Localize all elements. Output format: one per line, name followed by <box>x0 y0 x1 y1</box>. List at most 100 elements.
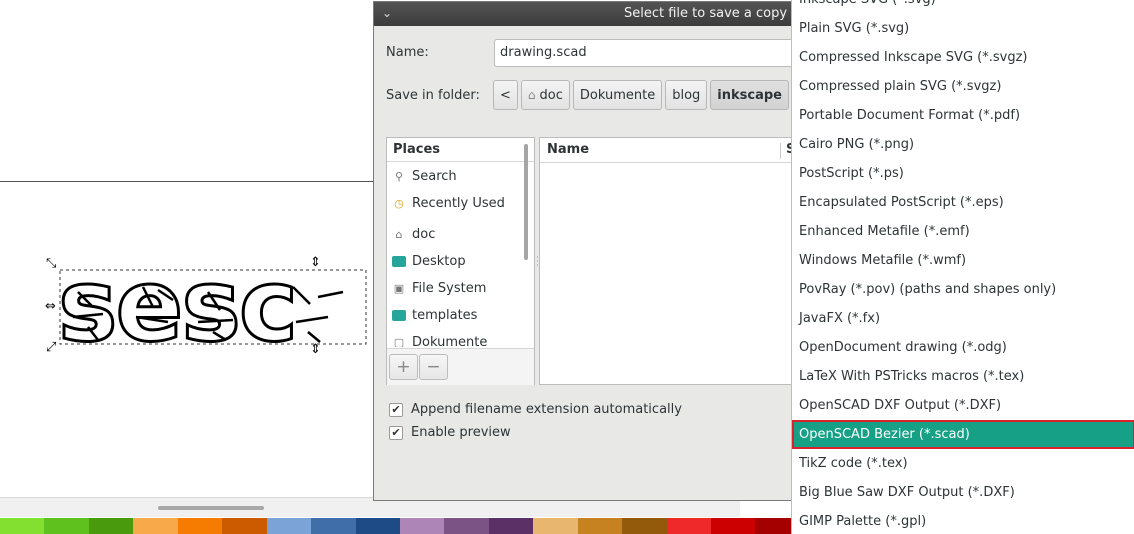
enable-preview-option[interactable]: ✔ Enable preview <box>389 425 511 440</box>
palette-swatch[interactable] <box>399 518 445 534</box>
folder-icon <box>392 309 406 323</box>
path-segment-label: Dokumente <box>579 87 656 103</box>
path-bar: < ⌂ doc Dokumente blog inkscape <box>493 80 789 110</box>
places-scrollbar[interactable] <box>524 144 528 260</box>
file-type-option[interactable]: OpenSCAD Bezier (*.scad) <box>792 420 1134 449</box>
drive-icon: ▣ <box>393 282 405 295</box>
place-desktop[interactable]: Desktop <box>387 248 522 275</box>
chevron-down-icon[interactable]: ⌄ <box>382 6 392 20</box>
places-footer: + − <box>387 348 534 385</box>
place-search[interactable]: ⚲ Search <box>387 163 522 190</box>
resize-handle-sw[interactable]: ⤢ <box>46 341 56 354</box>
path-segment-doc[interactable]: ⌂ doc <box>520 80 570 110</box>
remove-bookmark-button[interactable]: − <box>419 354 448 380</box>
scrollbar-thumb[interactable] <box>158 506 264 510</box>
place-dokumente[interactable]: ▢ Dokumente <box>387 329 522 347</box>
file-type-option[interactable]: Plain SVG (*.svg) <box>792 14 1134 43</box>
place-recently-used[interactable]: ◷ Recently Used <box>387 190 522 217</box>
resize-handle-s[interactable]: ⇕ <box>310 343 321 356</box>
palette-swatch[interactable] <box>711 518 756 534</box>
file-type-option[interactable]: Compressed plain SVG (*.svgz) <box>792 72 1134 101</box>
home-icon: ⌂ <box>395 228 403 241</box>
place-label: doc <box>412 227 436 242</box>
enable-preview-label: Enable preview <box>411 425 511 440</box>
file-type-option[interactable]: Big Blue Saw DXF Output (*.DXF) <box>792 478 1134 507</box>
places-list: ⚲ Search ◷ Recently Used ⌂ doc Desktop ▣… <box>387 163 522 347</box>
file-type-option[interactable]: Windows Metafile (*.wmf) <box>792 246 1134 275</box>
path-back-button[interactable]: < <box>493 80 518 110</box>
place-label: Dokumente <box>412 335 488 347</box>
file-type-option[interactable]: Compressed Inkscape SVG (*.svgz) <box>792 43 1134 72</box>
resize-handle-nw[interactable]: ⤡ <box>46 257 56 270</box>
clock-icon: ◷ <box>394 197 404 210</box>
file-type-option[interactable]: PovRay (*.pov) (paths and shapes only) <box>792 275 1134 304</box>
file-type-dropdown[interactable]: Inkscape SVG (*.svg)Plain SVG (*.svg)Com… <box>791 0 1134 534</box>
path-segment-label: inkscape <box>717 87 782 103</box>
path-segment-inkscape[interactable]: inkscape <box>710 80 789 110</box>
column-separator[interactable] <box>780 143 781 159</box>
home-icon: ⌂ <box>527 88 536 102</box>
resize-handle-n[interactable]: ⇕ <box>310 256 321 269</box>
place-doc[interactable]: ⌂ doc <box>387 221 522 248</box>
path-segment-label: doc <box>539 87 563 103</box>
dialog-title: Select file to save a copy <box>624 6 788 21</box>
palette-swatch[interactable] <box>133 518 178 534</box>
column-name[interactable]: Name <box>547 142 589 157</box>
file-list-panel[interactable]: Name S <box>539 137 814 385</box>
path-segment-dokumente[interactable]: Dokumente <box>572 80 663 110</box>
color-palette[interactable] <box>0 518 800 534</box>
place-templates[interactable]: templates <box>387 302 522 329</box>
file-type-option[interactable]: OpenDocument drawing (*.odg) <box>792 333 1134 362</box>
page-border <box>0 181 380 182</box>
path-segment-blog[interactable]: blog <box>665 80 708 110</box>
search-icon: ⚲ <box>394 170 404 183</box>
places-panel: Places ⚲ Search ◷ Recently Used ⌂ doc De… <box>386 137 535 385</box>
filename-input[interactable]: drawing.scad <box>494 39 814 67</box>
file-type-option[interactable]: GIMP Palette (*.gpl) <box>792 507 1134 534</box>
file-type-option[interactable]: Inkscape SVG (*.svg) <box>792 0 1134 14</box>
name-label: Name: <box>386 45 429 60</box>
chevron-left-icon: < <box>500 87 511 103</box>
add-bookmark-button[interactable]: + <box>389 354 418 380</box>
palette-swatch[interactable] <box>88 518 134 534</box>
desktop-icon <box>392 255 406 269</box>
file-list-header: Name S <box>540 138 813 163</box>
append-extension-option[interactable]: ✔ Append filename extension automaticall… <box>389 402 682 417</box>
enable-preview-checkbox[interactable]: ✔ <box>389 425 403 440</box>
append-extension-checkbox[interactable]: ✔ <box>389 402 403 417</box>
path-segment-label: blog <box>672 87 701 103</box>
file-type-option[interactable]: Enhanced Metafile (*.emf) <box>792 217 1134 246</box>
palette-swatch[interactable] <box>488 518 534 534</box>
folder-icon: ▢ <box>393 336 405 347</box>
file-type-option[interactable]: JavaFX (*.fx) <box>792 304 1134 333</box>
file-type-option[interactable]: TikZ code (*.tex) <box>792 449 1134 478</box>
selected-text-path[interactable]: sesc <box>48 252 378 352</box>
palette-swatch[interactable] <box>222 518 267 534</box>
palette-swatch[interactable] <box>44 518 89 534</box>
file-type-option[interactable]: OpenSCAD DXF Output (*.DXF) <box>792 391 1134 420</box>
save-in-folder-label: Save in folder: <box>386 88 480 103</box>
file-type-option[interactable]: Portable Document Format (*.pdf) <box>792 101 1134 130</box>
place-file-system[interactable]: ▣ File System <box>387 275 522 302</box>
palette-swatch[interactable] <box>444 518 489 534</box>
palette-swatch[interactable] <box>666 518 711 534</box>
svg-text:sesc: sesc <box>58 252 296 352</box>
dialog-titlebar[interactable]: ⌄ Select file to save a copy <box>374 2 812 26</box>
file-type-option[interactable]: LaTeX With PSTricks macros (*.tex) <box>792 362 1134 391</box>
palette-swatch[interactable] <box>533 518 578 534</box>
place-label: Desktop <box>412 254 466 269</box>
palette-swatch[interactable] <box>577 518 623 534</box>
place-label: Search <box>412 169 457 184</box>
file-type-option[interactable]: PostScript (*.ps) <box>792 159 1134 188</box>
palette-swatch[interactable] <box>355 518 400 534</box>
palette-swatch[interactable] <box>177 518 223 534</box>
file-type-option[interactable]: Cairo PNG (*.png) <box>792 130 1134 159</box>
palette-swatch[interactable] <box>622 518 667 534</box>
place-label: templates <box>412 308 478 323</box>
palette-swatch[interactable] <box>266 518 312 534</box>
palette-swatch[interactable] <box>311 518 356 534</box>
file-type-option[interactable]: Encapsulated PostScript (*.eps) <box>792 188 1134 217</box>
resize-handle-w[interactable]: ⇔ <box>45 300 56 313</box>
palette-swatch[interactable] <box>0 518 45 534</box>
places-header: Places <box>387 138 534 162</box>
